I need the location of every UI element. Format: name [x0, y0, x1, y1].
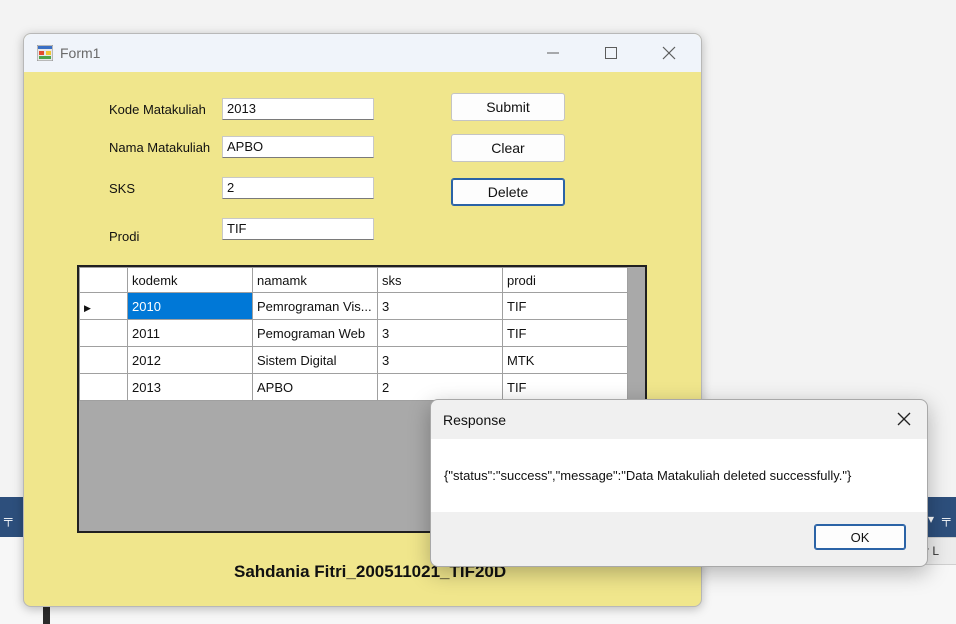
dialog-message: {"status":"success","message":"Data Mata…: [444, 468, 852, 483]
dropdown-icon[interactable]: ▾: [928, 512, 934, 526]
table-row[interactable]: 2013 APBO 2 TIF: [79, 373, 628, 401]
maximize-icon: [605, 47, 617, 59]
table-row[interactable]: 2012 Sistem Digital 3 MTK: [79, 346, 628, 374]
minimize-icon: [547, 52, 559, 54]
clear-button[interactable]: Clear: [451, 134, 565, 162]
cell-namamk[interactable]: APBO: [252, 373, 378, 401]
cell-prodi[interactable]: TIF: [502, 319, 628, 347]
column-header-namamk[interactable]: namamk: [252, 267, 378, 293]
cell-namamk[interactable]: Pemograman Web: [252, 319, 378, 347]
label-prodi: Prodi: [109, 229, 140, 244]
grid-scroll-area: [628, 267, 645, 405]
cell-prodi[interactable]: TIF: [502, 373, 628, 401]
pin-icon-right[interactable]: ╤: [942, 512, 951, 526]
kode-matakuliah-input[interactable]: 2013: [222, 98, 374, 120]
ok-button[interactable]: OK: [814, 524, 906, 550]
close-icon: [662, 46, 676, 60]
grid-table: kodemk namamk sks prodi ▶ 2010 Pemrogram…: [79, 267, 628, 401]
cell-prodi[interactable]: MTK: [502, 346, 628, 374]
cell-sks[interactable]: 2: [377, 373, 503, 401]
label-nama-matakuliah: Nama Matakuliah: [109, 140, 211, 155]
column-header-prodi[interactable]: prodi: [502, 267, 628, 293]
dialog-body: {"status":"success","message":"Data Mata…: [431, 439, 927, 512]
cell-kodemk[interactable]: 2010: [127, 292, 253, 320]
cell-sks[interactable]: 3: [377, 346, 503, 374]
cell-kodemk[interactable]: 2012: [127, 346, 253, 374]
title-bar[interactable]: Form1: [24, 34, 701, 72]
row-header[interactable]: [79, 319, 128, 347]
column-header-kodemk[interactable]: kodemk: [127, 267, 253, 293]
sks-input[interactable]: 2: [222, 177, 374, 199]
minimize-button[interactable]: [530, 34, 576, 72]
close-button[interactable]: [646, 34, 692, 72]
cell-kodemk[interactable]: 2011: [127, 319, 253, 347]
pin-icon[interactable]: ╤: [4, 512, 13, 526]
table-row[interactable]: 2011 Pemograman Web 3 TIF: [79, 319, 628, 347]
label-sks: SKS: [109, 181, 136, 196]
current-row-arrow-icon: ▶: [84, 302, 91, 313]
cell-namamk[interactable]: Pemrograman Vis...: [252, 292, 378, 320]
response-dialog: Response {"status":"success","message":"…: [430, 399, 928, 567]
table-row[interactable]: ▶ 2010 Pemrograman Vis... 3 TIF: [79, 292, 628, 320]
prodi-input[interactable]: TIF: [222, 218, 374, 240]
cell-namamk[interactable]: Sistem Digital: [252, 346, 378, 374]
row-header-current[interactable]: ▶: [79, 292, 128, 320]
cell-sks[interactable]: 3: [377, 292, 503, 320]
grid-corner-header[interactable]: [79, 267, 128, 293]
app-icon: [37, 45, 53, 61]
window-title: Form1: [60, 45, 101, 61]
cell-sks[interactable]: 3: [377, 319, 503, 347]
column-header-sks[interactable]: sks: [377, 267, 503, 293]
cell-kodemk[interactable]: 2013: [127, 373, 253, 401]
label-kode-matakuliah: Kode Matakuliah: [109, 102, 206, 117]
dialog-title: Response: [443, 412, 507, 428]
nama-matakuliah-input[interactable]: APBO: [222, 136, 374, 158]
row-header[interactable]: [79, 373, 128, 401]
close-icon: [897, 412, 911, 426]
dialog-close-button[interactable]: [887, 404, 921, 434]
cell-prodi[interactable]: TIF: [502, 292, 628, 320]
grid-header-row: kodemk namamk sks prodi: [79, 267, 628, 293]
submit-button[interactable]: Submit: [451, 93, 565, 121]
row-header[interactable]: [79, 346, 128, 374]
delete-button[interactable]: Delete: [451, 178, 565, 206]
maximize-button[interactable]: [588, 34, 634, 72]
